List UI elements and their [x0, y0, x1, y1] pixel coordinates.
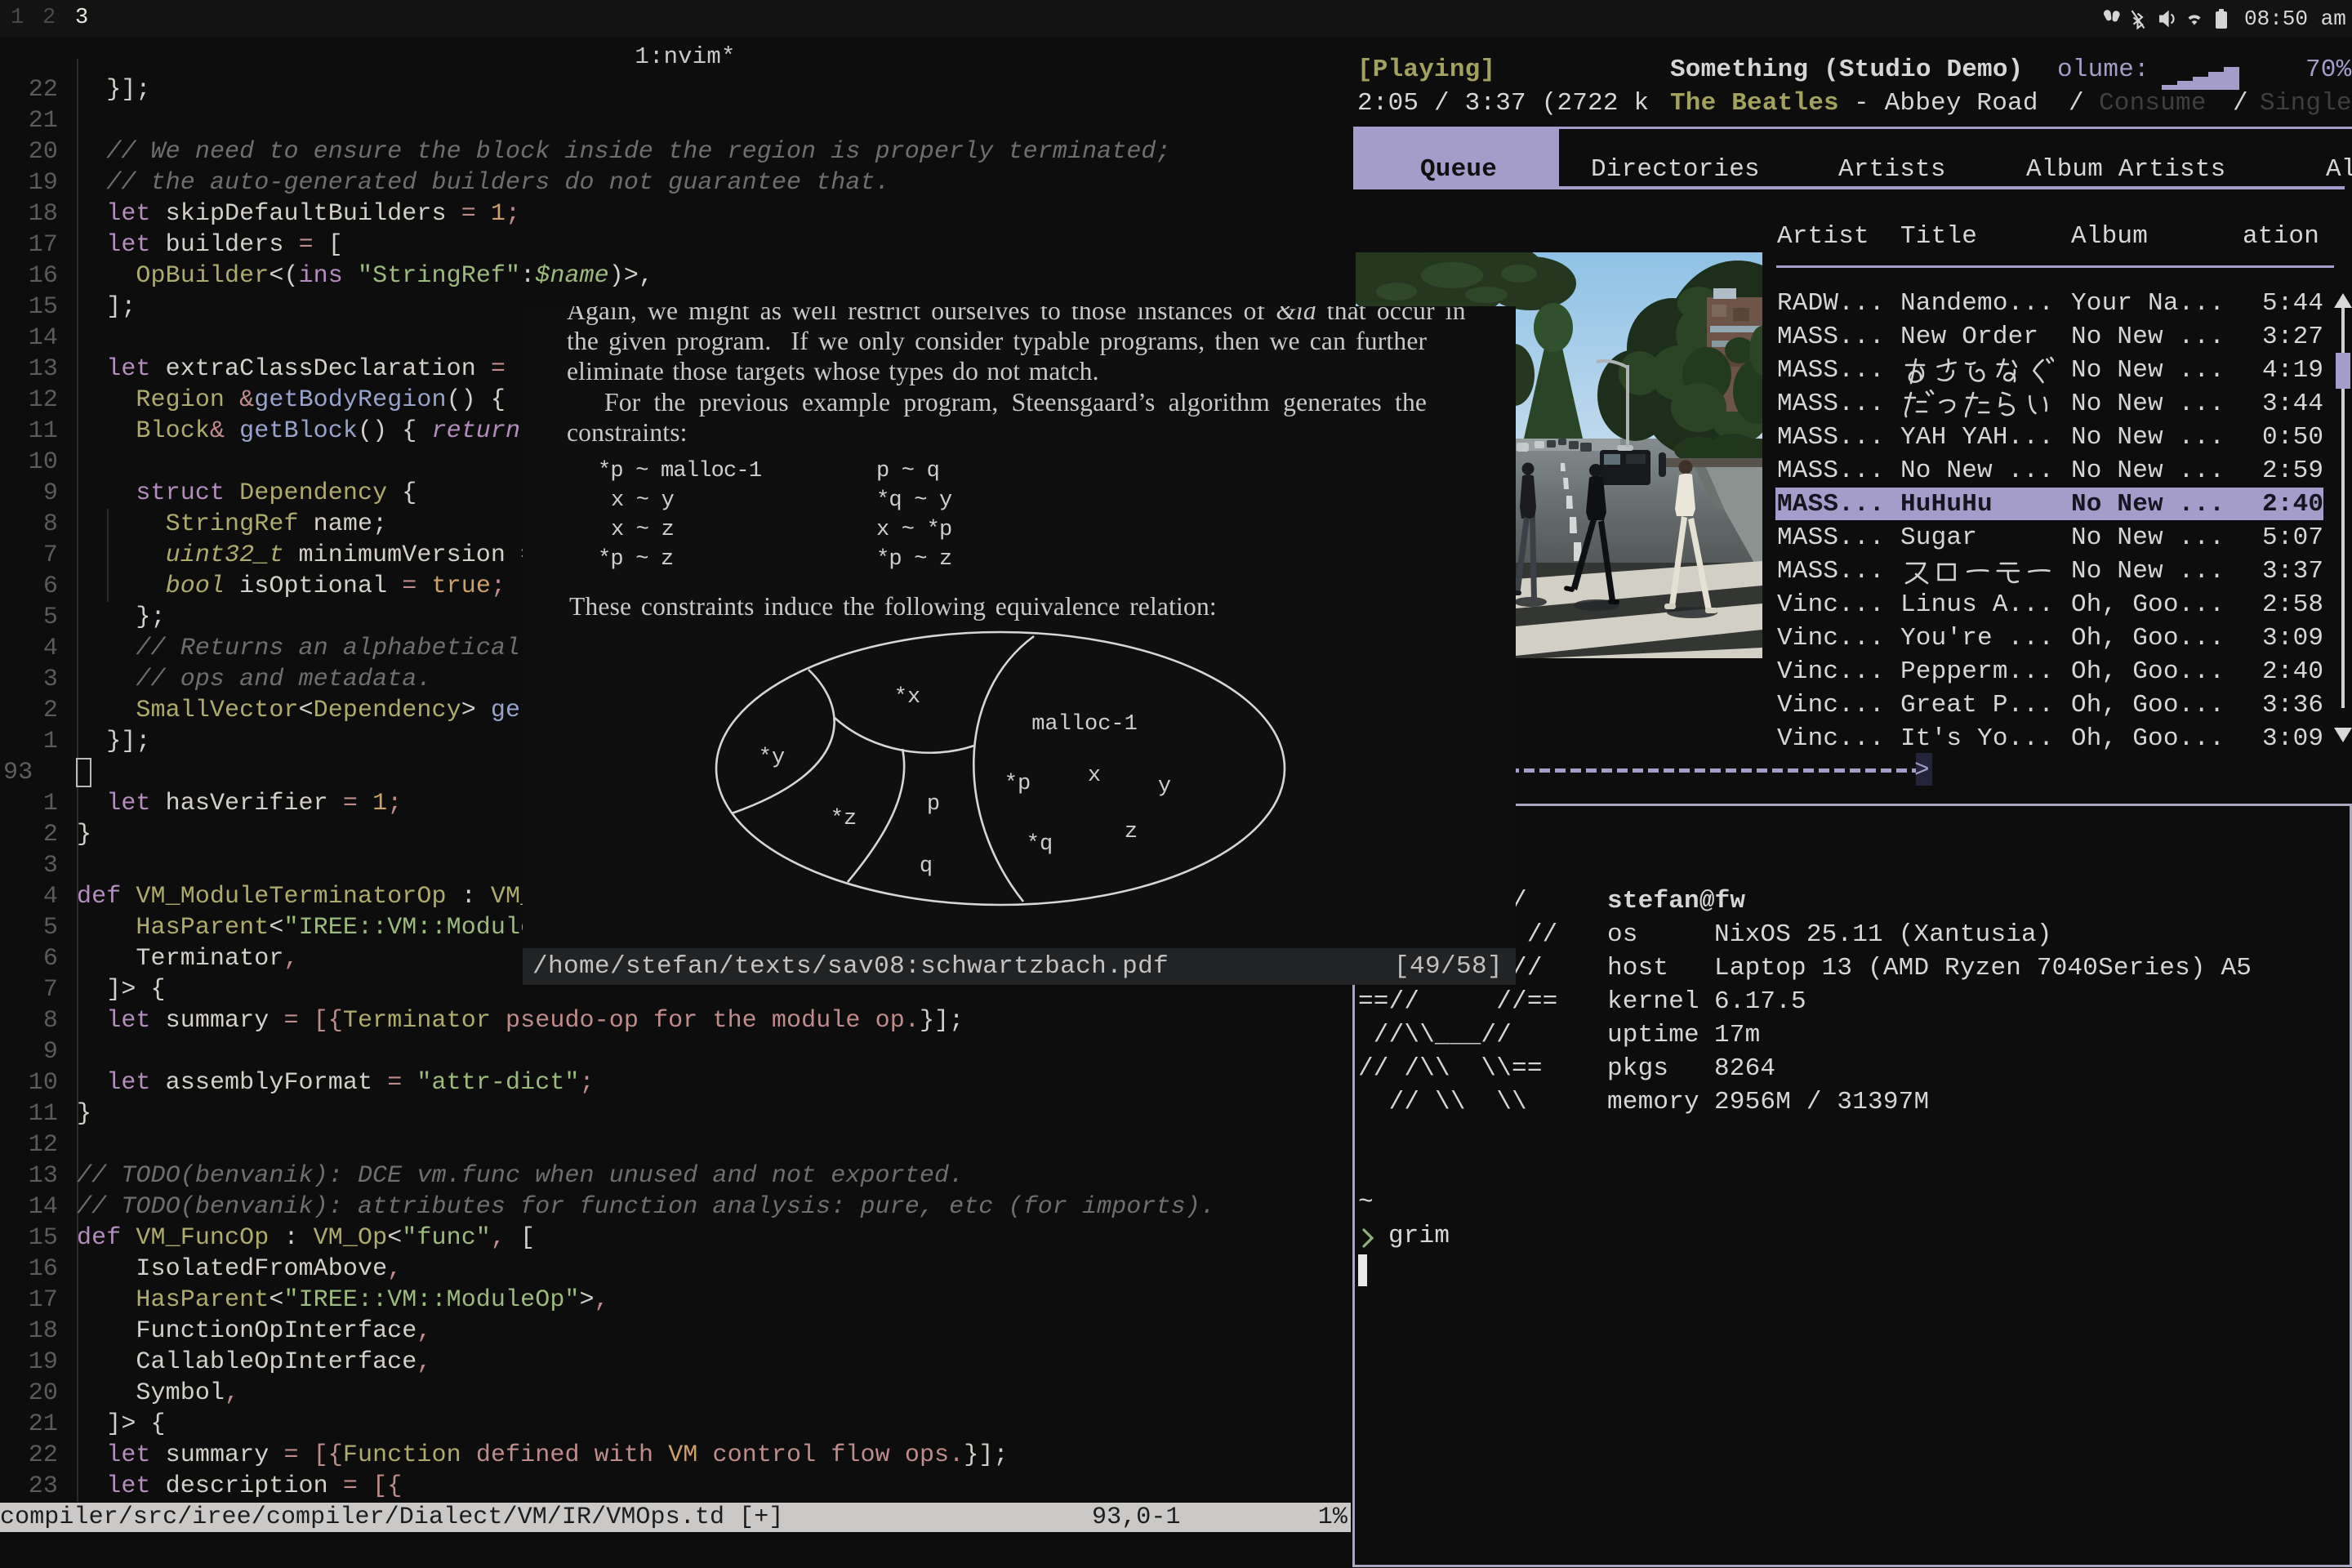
- svg-text:p: p: [927, 792, 940, 817]
- svg-text:z: z: [1125, 820, 1138, 844]
- svg-text:*q: *q: [1027, 832, 1053, 857]
- svg-text:*x: *x: [894, 685, 920, 710]
- svg-text:x: x: [1088, 764, 1101, 788]
- svg-text:q: q: [920, 854, 933, 879]
- svg-text:y: y: [1158, 774, 1171, 799]
- svg-text:*z: *z: [831, 807, 857, 831]
- svg-text:*p: *p: [1004, 772, 1031, 796]
- svg-text:*y: *y: [759, 746, 785, 770]
- svg-text:malloc-1: malloc-1: [1031, 712, 1138, 737]
